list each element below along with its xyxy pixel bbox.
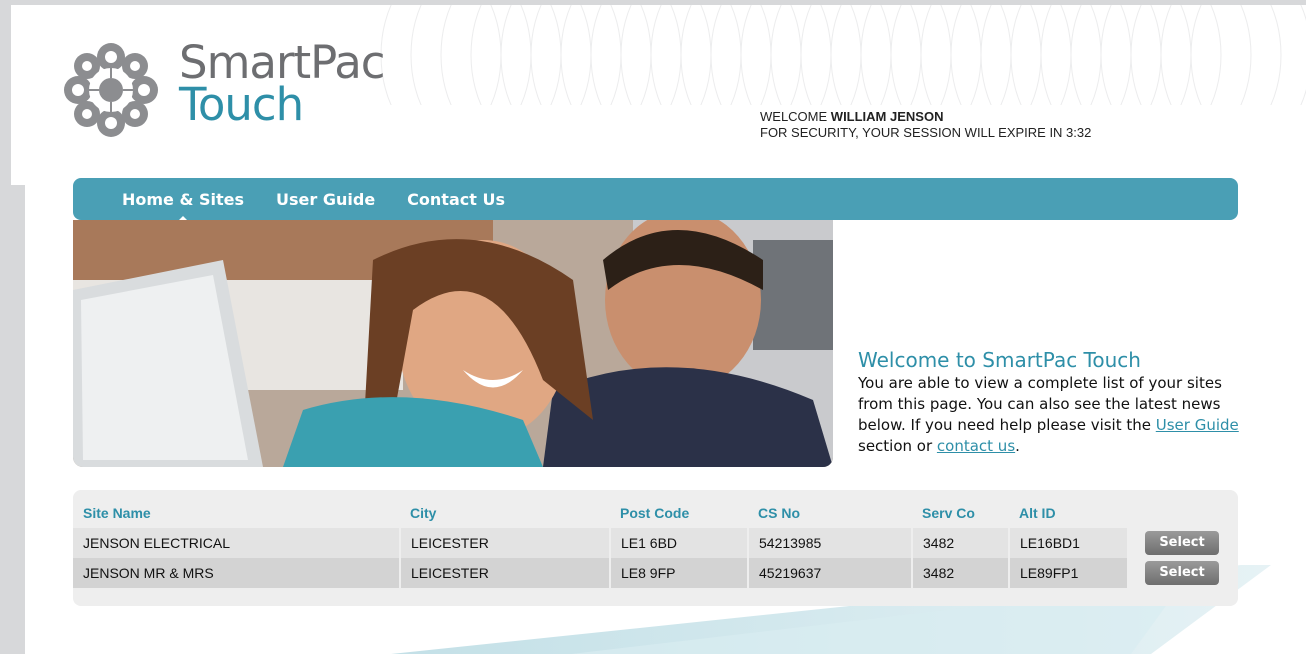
col-cs-no[interactable]: CS No — [748, 498, 912, 528]
select-button[interactable]: Select — [1145, 561, 1219, 585]
col-city[interactable]: City — [400, 498, 610, 528]
col-alt-id[interactable]: Alt ID — [1009, 498, 1128, 528]
welcome-message: WELCOME WILLIAM JENSON FOR SECURITY, YOU… — [760, 109, 1091, 141]
col-post-code[interactable]: Post Code — [610, 498, 748, 528]
table-row[interactable]: JENSON MR & MRS LEICESTER LE8 9FP 452196… — [73, 558, 1228, 588]
table-row[interactable]: JENSON ELECTRICAL LEICESTER LE1 6BD 5421… — [73, 528, 1228, 558]
select-button[interactable]: Select — [1145, 531, 1219, 555]
cell-serv-co: 3482 — [912, 558, 1010, 588]
flower-logo-icon — [64, 43, 158, 137]
intro-title: Welcome to SmartPac Touch — [858, 348, 1141, 372]
page: SmartPac Touch WELCOME WILLIAM JENSON FO… — [11, 5, 1306, 654]
smartpac-logo[interactable]: SmartPac Touch — [56, 35, 386, 145]
cell-post-code: LE8 9FP — [610, 558, 749, 588]
hero-photo-illustration — [73, 220, 833, 467]
intro-text-3: . — [1015, 437, 1020, 455]
cell-serv-co: 3482 — [912, 528, 1010, 558]
col-site-name[interactable]: Site Name — [73, 498, 400, 528]
header-wave-pattern — [380, 5, 1306, 105]
col-serv-co[interactable]: Serv Co — [912, 498, 1009, 528]
cell-city: LEICESTER — [400, 558, 611, 588]
cell-post-code: LE1 6BD — [610, 528, 749, 558]
nav-user-guide[interactable]: User Guide — [276, 190, 375, 209]
welcome-prefix: WELCOME — [760, 109, 831, 124]
intro-section: Welcome to SmartPac Touch You are able t… — [858, 347, 1248, 457]
hero-image — [73, 220, 833, 467]
intro-body: You are able to view a complete list of … — [858, 373, 1248, 457]
cell-alt-id: LE89FP1 — [1009, 558, 1129, 588]
cell-cs-no: 45219637 — [748, 558, 913, 588]
main-nav: Home & Sites User Guide Contact Us — [73, 178, 1238, 222]
cell-action: Select — [1128, 528, 1228, 558]
intro-text-2: section or — [858, 437, 937, 455]
cell-action: Select — [1128, 558, 1228, 588]
col-action — [1128, 498, 1228, 528]
sites-table-panel: Site Name City Post Code CS No Serv Co A… — [73, 490, 1238, 606]
cell-site-name: JENSON ELECTRICAL — [73, 528, 401, 558]
contact-us-link[interactable]: contact us — [937, 437, 1015, 455]
sites-table: Site Name City Post Code CS No Serv Co A… — [73, 498, 1228, 588]
logo-wordmark-touch: Touch — [179, 78, 304, 131]
cell-site-name: JENSON MR & MRS — [73, 558, 401, 588]
cell-alt-id: LE16BD1 — [1009, 528, 1129, 558]
welcome-user-name: WILLIAM JENSON — [830, 109, 944, 124]
table-header-row: Site Name City Post Code CS No Serv Co A… — [73, 498, 1228, 528]
cell-cs-no: 54213985 — [748, 528, 913, 558]
nav-contact-us[interactable]: Contact Us — [407, 190, 505, 209]
session-expiry-notice: FOR SECURITY, YOUR SESSION WILL EXPIRE I… — [760, 125, 1092, 140]
nav-home-sites[interactable]: Home & Sites — [122, 190, 244, 222]
user-guide-link[interactable]: User Guide — [1156, 416, 1239, 434]
cell-city: LEICESTER — [400, 528, 611, 558]
